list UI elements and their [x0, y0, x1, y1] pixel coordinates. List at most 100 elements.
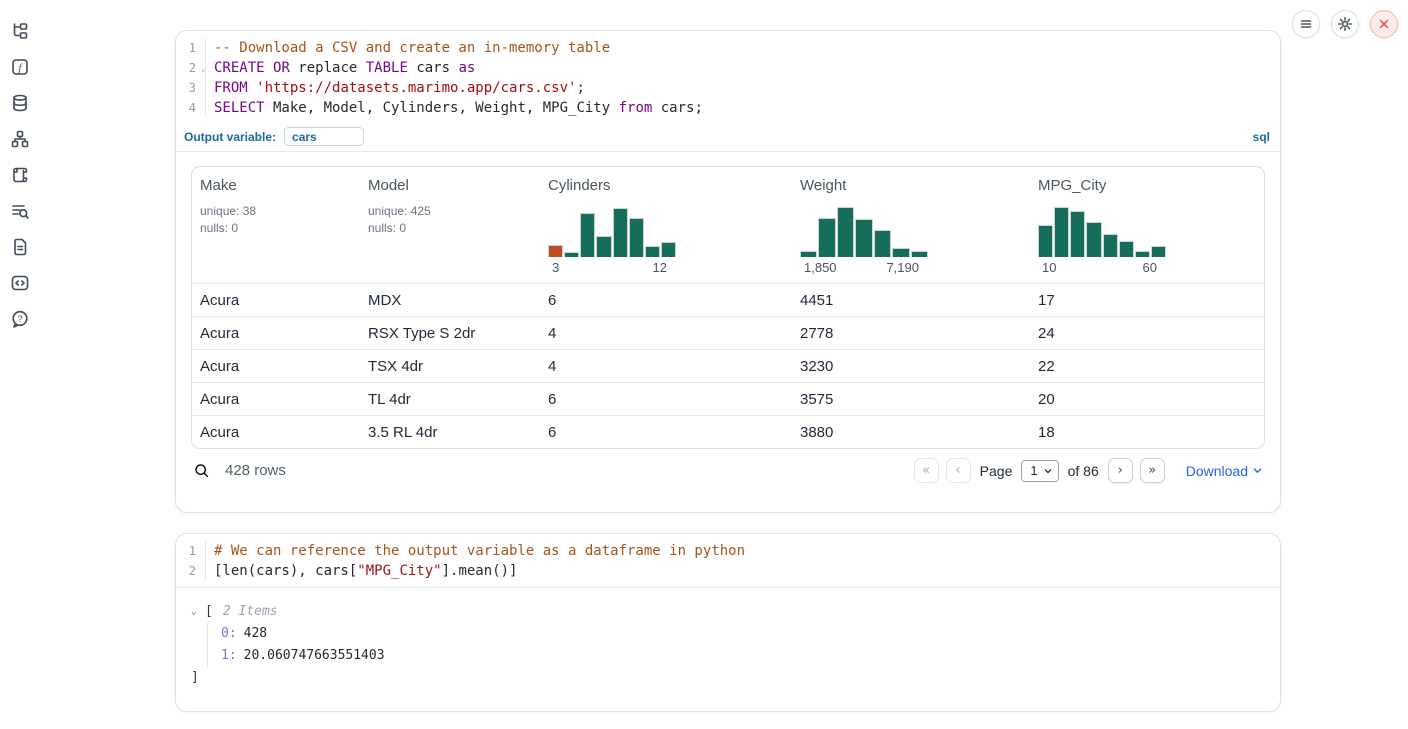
- weight-histogram[interactable]: [800, 203, 928, 257]
- first-page-button[interactable]: «: [914, 458, 939, 483]
- table-cell: 4: [540, 317, 792, 349]
- histogram-bar: [1070, 211, 1085, 257]
- histogram-bar: [818, 218, 835, 257]
- sql-cell: 1-- Download a CSV and create an in-memo…: [175, 30, 1281, 513]
- unique-count: unique: 425: [368, 203, 540, 220]
- entry-value: 428: [244, 626, 267, 641]
- list-entries: 0: 428 1:20.060747663551403: [207, 623, 1265, 667]
- column-title: Make: [200, 177, 360, 194]
- prev-page-button[interactable]: ‹: [946, 458, 971, 483]
- table-body: AcuraMDX6445117AcuraRSX Type S 2dr427782…: [192, 283, 1264, 448]
- table-cell: 2778: [792, 317, 1030, 349]
- tree-collapse-toggle[interactable]: ⌄: [191, 601, 201, 623]
- hist-min-label: 3: [552, 260, 559, 275]
- sidebar-item-search[interactable]: [8, 200, 32, 224]
- list-entry: 0: 428: [221, 623, 1265, 645]
- table-cell: 4: [540, 350, 792, 382]
- page-total: of 86: [1068, 463, 1099, 479]
- table-cell: Acura: [192, 416, 360, 448]
- mpg-city-histogram[interactable]: [1038, 203, 1166, 257]
- chevron-down-icon: [1043, 466, 1053, 476]
- table-cell: MDX: [360, 284, 540, 316]
- column-header-weight[interactable]: Weight 1,850 7,190: [792, 177, 1030, 275]
- column-header-make[interactable]: Make unique: 38 nulls: 0: [192, 177, 360, 275]
- entry-index: 0:: [221, 626, 237, 641]
- page-select[interactable]: 1: [1021, 460, 1058, 482]
- fold-chevron-icon[interactable]: ⌄: [201, 59, 206, 79]
- line-number: 2: [176, 561, 206, 581]
- page-value: 1: [1030, 463, 1037, 478]
- table-row: AcuraTSX 4dr4323022: [192, 349, 1264, 382]
- python-code-editor[interactable]: 1# We can reference the output variable …: [176, 534, 1280, 587]
- histogram-bar: [661, 242, 676, 257]
- code-line[interactable]: 2[len(cars), cars["MPG_City"].mean()]: [176, 561, 1280, 581]
- function-icon: f: [10, 57, 30, 80]
- download-button[interactable]: Download: [1186, 463, 1263, 479]
- line-number: 1: [176, 38, 206, 58]
- histogram-bar: [564, 252, 579, 257]
- sidebar-item-file-explorer[interactable]: [8, 20, 32, 44]
- list-entry: 1:20.060747663551403: [221, 645, 1265, 667]
- table-cell: 17: [1030, 284, 1264, 316]
- line-number: 1: [176, 541, 206, 561]
- settings-button[interactable]: [1331, 10, 1359, 38]
- sidebar-item-datasources[interactable]: [8, 92, 32, 116]
- sidebar-item-documentation[interactable]: [8, 236, 32, 260]
- sidebar-item-help[interactable]: ?: [8, 308, 32, 332]
- column-title: Weight: [800, 177, 1030, 194]
- sidebar-item-logs[interactable]: [8, 164, 32, 188]
- column-header-cylinders[interactable]: Cylinders 3 12: [540, 177, 792, 275]
- table-cell: Acura: [192, 350, 360, 382]
- search-icon: [193, 462, 210, 479]
- code-line[interactable]: 1-- Download a CSV and create an in-memo…: [176, 38, 1280, 58]
- sql-code-editor[interactable]: 1-- Download a CSV and create an in-memo…: [176, 31, 1280, 124]
- menu-button[interactable]: [1292, 10, 1320, 38]
- code-line[interactable]: 4SELECT Make, Model, Cylinders, Weight, …: [176, 98, 1280, 118]
- table-row: AcuraRSX Type S 2dr4277824: [192, 316, 1264, 349]
- python-output: ⌄ [ 2 Items 0:4281:20.060747663551403 ]: [176, 588, 1280, 701]
- table-cell: 18: [1030, 416, 1264, 448]
- svg-text:f: f: [19, 63, 24, 74]
- column-title: Cylinders: [548, 177, 792, 194]
- column-header-model[interactable]: Model unique: 425 nulls: 0: [360, 177, 540, 275]
- menu-icon: [1298, 16, 1314, 32]
- table-cell: 6: [540, 383, 792, 415]
- output-variable-input[interactable]: [284, 127, 364, 146]
- sidebar-item-dependencies[interactable]: [8, 128, 32, 152]
- table-cell: 20: [1030, 383, 1264, 415]
- histogram-bar: [800, 251, 817, 257]
- row-count: 428 rows: [225, 462, 286, 479]
- next-page-button[interactable]: ›: [1108, 458, 1133, 483]
- table-header-row: Make unique: 38 nulls: 0 Model unique: 4…: [192, 167, 1264, 283]
- search-button[interactable]: [193, 462, 210, 479]
- table-cell: TL 4dr: [360, 383, 540, 415]
- table-cell: 22: [1030, 350, 1264, 382]
- snippets-icon: [10, 273, 30, 296]
- nulls-count: nulls: 0: [200, 220, 360, 237]
- shutdown-button[interactable]: [1370, 10, 1398, 38]
- histogram-bar: [837, 207, 854, 257]
- database-icon: [10, 93, 30, 116]
- sidebar-item-variables[interactable]: f: [8, 56, 32, 80]
- cylinders-histogram[interactable]: [548, 203, 676, 257]
- code-line[interactable]: 1# We can reference the output variable …: [176, 541, 1280, 561]
- dependency-graph-icon: [10, 129, 30, 152]
- code-line[interactable]: 3FROM 'https://datasets.marimo.app/cars.…: [176, 78, 1280, 98]
- last-page-button[interactable]: »: [1140, 458, 1165, 483]
- line-number: 4: [176, 98, 206, 118]
- list-open-bracket: [: [205, 601, 213, 623]
- column-header-mpg-city[interactable]: MPG_City 10 60: [1030, 177, 1264, 275]
- table-cell: 4451: [792, 284, 1030, 316]
- histogram-bar: [892, 248, 909, 257]
- table-cell: RSX Type S 2dr: [360, 317, 540, 349]
- search-list-icon: [10, 201, 30, 224]
- line-number: 3: [176, 78, 206, 98]
- code-line[interactable]: 2⌄CREATE OR replace TABLE cars as: [176, 58, 1280, 78]
- table-footer: 428 rows «‹ Page 1 of 86 ›» Download: [191, 449, 1265, 492]
- histogram-bar: [596, 236, 611, 257]
- histogram-bar: [580, 213, 595, 257]
- python-cell: 1# We can reference the output variable …: [175, 533, 1281, 712]
- table-cell: 3.5 RL 4dr: [360, 416, 540, 448]
- unique-count: unique: 38: [200, 203, 360, 220]
- sidebar-item-snippets[interactable]: [8, 272, 32, 296]
